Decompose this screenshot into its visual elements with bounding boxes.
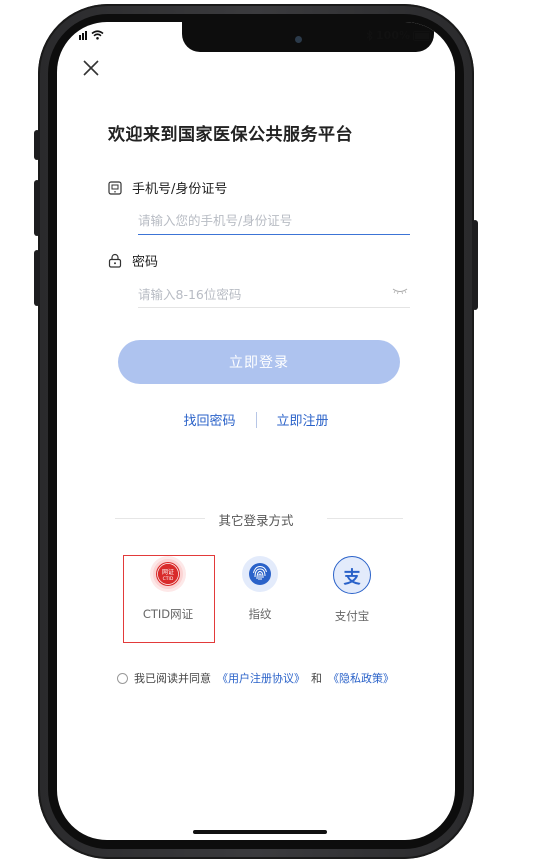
agreement-checkbox[interactable]	[117, 672, 128, 684]
agreement-prefix: 我已阅读并同意	[134, 672, 211, 685]
volume-down-button	[34, 250, 40, 306]
status-bar-right: 100%	[366, 29, 431, 42]
register-link[interactable]: 立即注册	[277, 410, 329, 429]
close-icon[interactable]	[81, 58, 101, 78]
power-button	[472, 220, 478, 310]
other-login-title: 其它登录方式	[218, 513, 294, 528]
alipay-label: 支付宝	[334, 609, 370, 623]
forgot-password-link[interactable]: 找回密码	[183, 410, 235, 429]
bluetooth-icon	[366, 30, 373, 41]
password-input-underline	[138, 307, 410, 308]
phone-field-label: 手机号/身份证号	[108, 178, 227, 197]
alipay-icon: 支	[333, 556, 371, 594]
phone-icon	[108, 180, 122, 195]
auth-links: 找回密码 立即注册	[57, 410, 455, 429]
alipay-glyph: 支	[343, 567, 361, 588]
status-bar-left	[79, 30, 104, 40]
ctid-highlight-box	[123, 555, 215, 643]
links-divider	[255, 411, 257, 428]
agreement-row: 我已阅读并同意 《用户注册协议》 和 《隐私政策》	[117, 670, 394, 686]
privacy-policy-link[interactable]: 《隐私政策》	[328, 670, 394, 686]
phone-input[interactable]	[138, 210, 410, 230]
signal-icon	[79, 30, 87, 40]
eye-closed-icon[interactable]	[392, 287, 408, 295]
volume-up-button	[34, 180, 40, 236]
wifi-icon	[91, 30, 104, 40]
fingerprint-label: 指纹	[248, 607, 272, 621]
alipay-login-method[interactable]: 支 支付宝	[307, 556, 397, 624]
password-field-label: 密码	[108, 251, 158, 270]
battery-icon	[413, 30, 431, 41]
lock-icon	[108, 253, 122, 268]
phone-label-text: 手机号/身份证号	[132, 182, 228, 197]
password-label-text: 密码	[132, 255, 159, 270]
fingerprint-login-method[interactable]: 指纹	[215, 556, 305, 622]
home-indicator	[193, 830, 327, 834]
password-input[interactable]	[138, 284, 378, 304]
login-button[interactable]: 立即登录	[118, 340, 400, 384]
front-camera	[295, 36, 302, 43]
page-title: 欢迎来到国家医保公共服务平台	[108, 125, 353, 145]
screen: 100% 欢迎来到国家医保公共服务平台 手机号/身份证号 密码 立即登录	[57, 22, 455, 840]
phone-input-underline	[138, 234, 410, 235]
fingerprint-icon	[242, 556, 278, 592]
silent-switch	[34, 130, 40, 160]
battery-percent: 100%	[376, 29, 410, 42]
agreement-and: 和	[311, 672, 322, 685]
user-agreement-link[interactable]: 《用户注册协议》	[217, 670, 305, 686]
